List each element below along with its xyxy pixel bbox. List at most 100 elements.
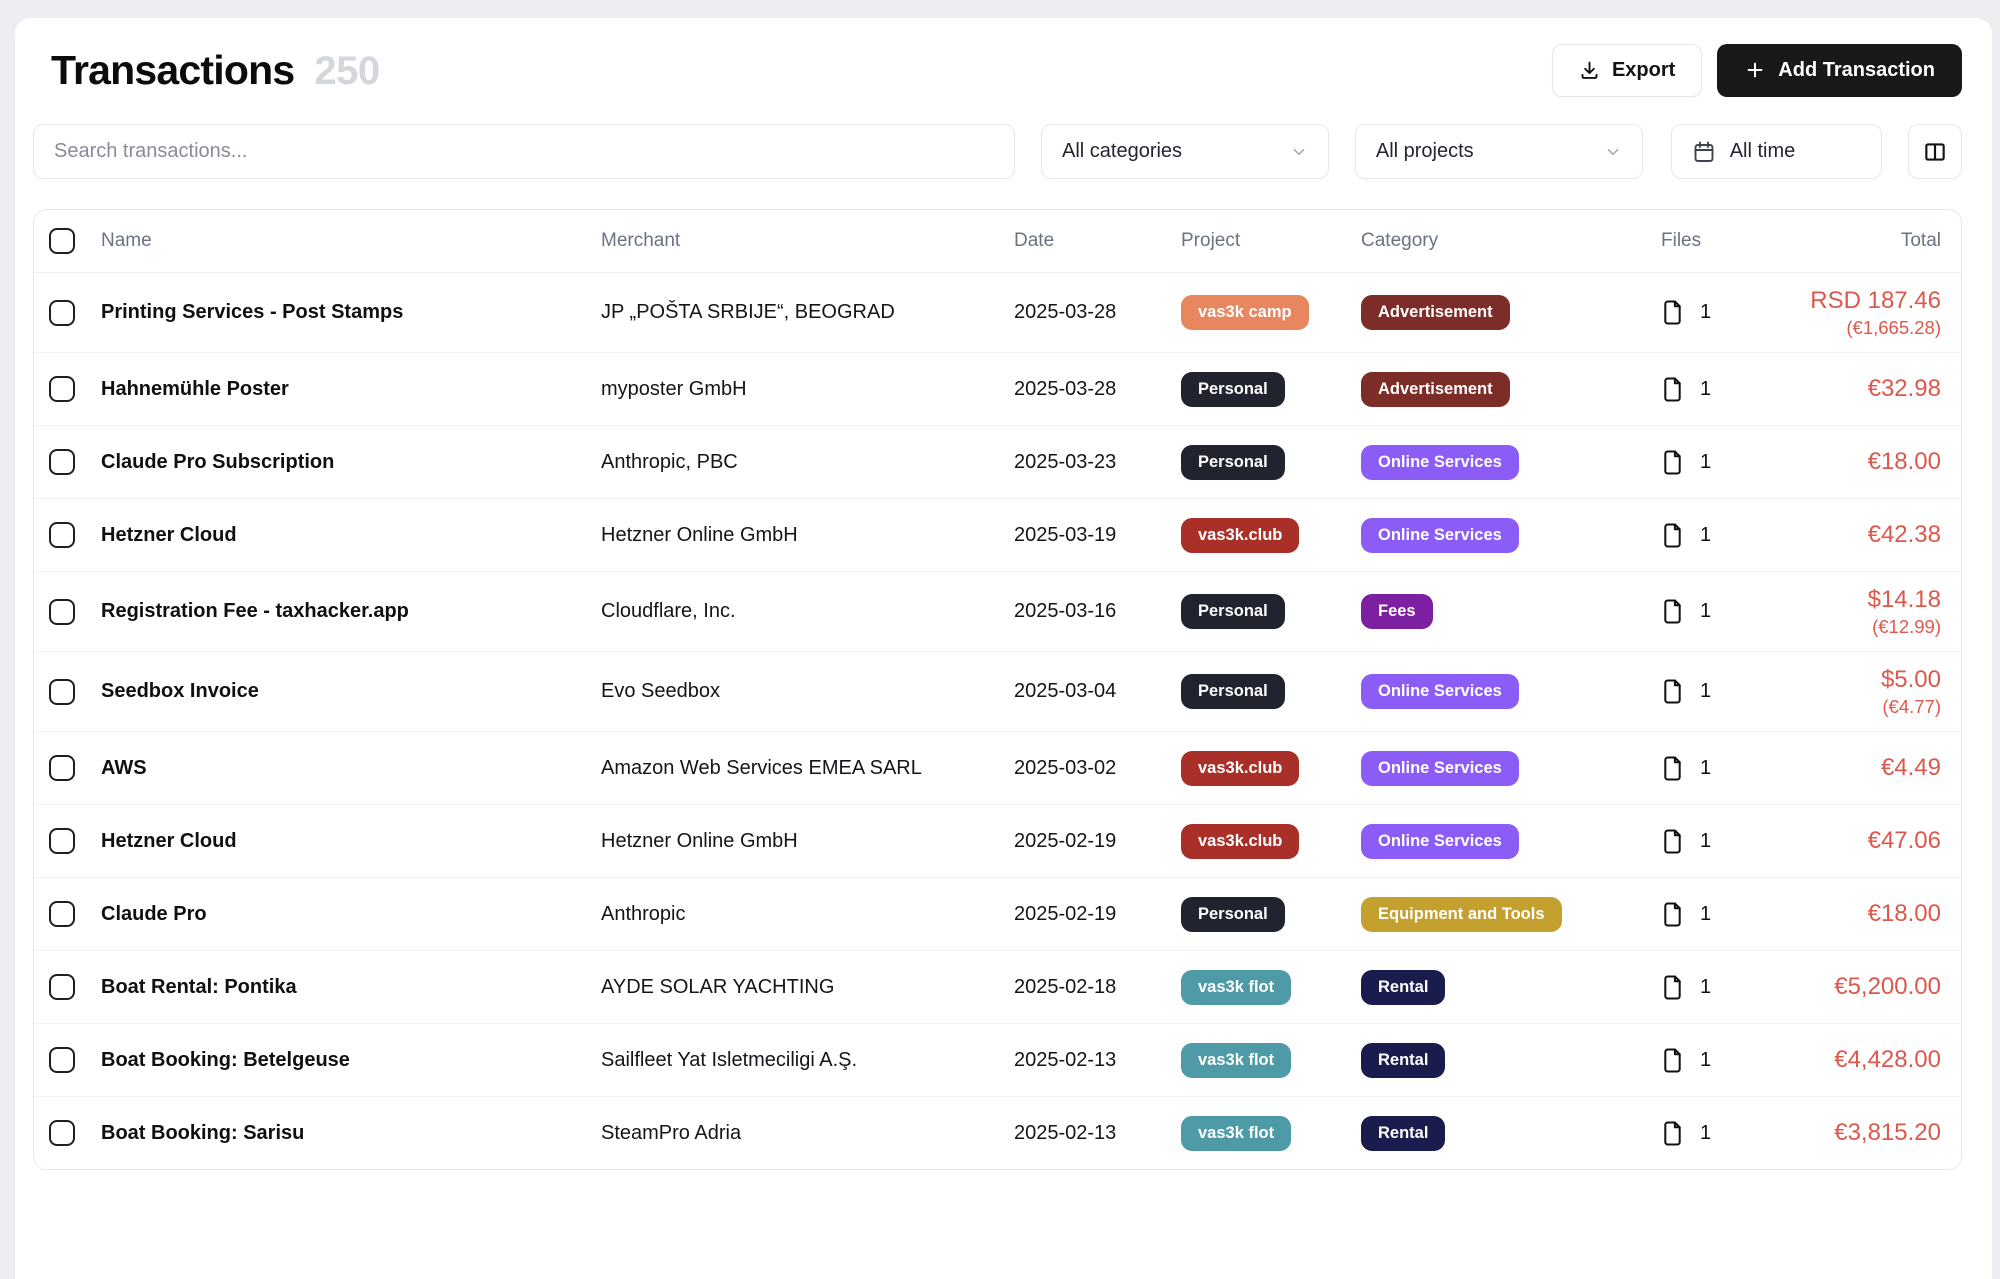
transactions-count: 250 [314, 49, 379, 94]
search-input[interactable] [54, 140, 994, 163]
table-row[interactable]: Hetzner Cloud Hetzner Online GmbH 2025-0… [34, 804, 1961, 877]
project-badge: Personal [1181, 445, 1285, 480]
transaction-merchant: Amazon Web Services EMEA SARL [601, 757, 1014, 780]
row-checkbox[interactable] [49, 449, 75, 475]
categories-filter-value: All categories [1062, 140, 1182, 163]
row-checkbox[interactable] [49, 1047, 75, 1073]
chevron-down-icon [1604, 143, 1622, 161]
export-label: Export [1612, 59, 1675, 82]
table-row[interactable]: Hahnemühle Poster myposter GmbH 2025-03-… [34, 352, 1961, 425]
file-icon [1661, 755, 1684, 782]
project-badge: vas3k.club [1181, 518, 1299, 553]
row-checkbox[interactable] [49, 522, 75, 548]
transaction-merchant: SteamPro Adria [601, 1122, 1014, 1145]
category-badge: Rental [1361, 1043, 1445, 1078]
download-icon [1579, 60, 1600, 81]
row-checkbox[interactable] [49, 755, 75, 781]
table-row[interactable]: Hetzner Cloud Hetzner Online GmbH 2025-0… [34, 498, 1961, 571]
transaction-date: 2025-03-19 [1014, 524, 1181, 547]
transaction-total: €18.00 [1803, 899, 1941, 929]
categories-filter-select[interactable]: All categories [1041, 124, 1329, 179]
table-row[interactable]: Registration Fee - taxhacker.app Cloudfl… [34, 571, 1961, 651]
transaction-merchant: myposter GmbH [601, 378, 1014, 401]
transaction-date: 2025-03-28 [1014, 378, 1181, 401]
transaction-name: Claude Pro [101, 903, 601, 926]
row-checkbox[interactable] [49, 376, 75, 402]
transaction-merchant: Hetzner Online GmbH [601, 830, 1014, 853]
file-icon [1661, 1120, 1684, 1147]
files-count: 1 [1700, 757, 1711, 780]
export-button[interactable]: Export [1552, 44, 1702, 97]
transaction-name: Boat Rental: Pontika [101, 976, 601, 999]
date-range-filter[interactable]: All time [1671, 124, 1882, 179]
project-badge: Personal [1181, 674, 1285, 709]
transaction-date: 2025-03-23 [1014, 451, 1181, 474]
row-checkbox[interactable] [49, 901, 75, 927]
total-amount: €47.06 [1803, 826, 1941, 856]
table-row[interactable]: Boat Rental: Pontika AYDE SOLAR YACHTING… [34, 950, 1961, 1023]
projects-filter-select[interactable]: All projects [1355, 124, 1643, 179]
table-header-row: Name Merchant Date Project Category File… [34, 210, 1961, 273]
toggle-columns-button[interactable] [1908, 124, 1962, 179]
files-count: 1 [1700, 378, 1711, 401]
chevron-down-icon [1290, 143, 1308, 161]
transaction-total: €4.49 [1803, 753, 1941, 783]
row-checkbox[interactable] [49, 974, 75, 1000]
table-row[interactable]: AWS Amazon Web Services EMEA SARL 2025-0… [34, 731, 1961, 804]
files-count: 1 [1700, 680, 1711, 703]
transaction-merchant: Sailfleet Yat Isletmeciligi A.Ş. [601, 1049, 1014, 1072]
transaction-name: Seedbox Invoice [101, 680, 601, 703]
category-badge: Advertisement [1361, 372, 1510, 407]
files-count: 1 [1700, 301, 1711, 324]
category-badge: Online Services [1361, 445, 1519, 480]
file-icon [1661, 1047, 1684, 1074]
add-transaction-button[interactable]: Add Transaction [1717, 44, 1962, 97]
transaction-name: Hahnemühle Poster [101, 378, 601, 401]
transaction-date: 2025-02-13 [1014, 1122, 1181, 1145]
transaction-merchant: Hetzner Online GmbH [601, 524, 1014, 547]
transaction-total: €42.38 [1803, 520, 1941, 550]
column-header-total: Total [1803, 230, 1941, 252]
date-range-value: All time [1730, 140, 1796, 163]
project-badge: vas3k.club [1181, 751, 1299, 786]
project-badge: vas3k flot [1181, 970, 1291, 1005]
transaction-merchant: Cloudflare, Inc. [601, 600, 1014, 623]
table-body: Printing Services - Post Stamps JP „POŠT… [34, 273, 1961, 1169]
table-row[interactable]: Claude Pro Anthropic 2025-02-19 Personal… [34, 877, 1961, 950]
files-count: 1 [1700, 830, 1711, 853]
columns-layout-icon [1922, 139, 1948, 165]
table-row[interactable]: Boat Booking: Sarisu SteamPro Adria 2025… [34, 1096, 1961, 1169]
transaction-date: 2025-03-04 [1014, 680, 1181, 703]
total-amount: €5,200.00 [1803, 972, 1941, 1002]
transaction-total: RSD 187.46 (€1,665.28) [1803, 286, 1941, 339]
category-badge: Rental [1361, 970, 1445, 1005]
transaction-name: AWS [101, 757, 601, 780]
column-header-category: Category [1361, 230, 1661, 252]
file-icon [1661, 901, 1684, 928]
files-count: 1 [1700, 1122, 1711, 1145]
category-badge: Fees [1361, 594, 1433, 629]
file-icon [1661, 598, 1684, 625]
row-checkbox[interactable] [49, 1120, 75, 1146]
row-checkbox[interactable] [49, 599, 75, 625]
project-badge: Personal [1181, 372, 1285, 407]
transaction-date: 2025-03-16 [1014, 600, 1181, 623]
row-checkbox[interactable] [49, 828, 75, 854]
total-amount: €3,815.20 [1803, 1118, 1941, 1148]
table-row[interactable]: Seedbox Invoice Evo Seedbox 2025-03-04 P… [34, 651, 1961, 731]
table-row[interactable]: Printing Services - Post Stamps JP „POŠT… [34, 273, 1961, 352]
table-row[interactable]: Claude Pro Subscription Anthropic, PBC 2… [34, 425, 1961, 498]
select-all-checkbox[interactable] [49, 228, 75, 254]
plus-icon [1744, 59, 1766, 81]
transaction-date: 2025-02-19 [1014, 903, 1181, 926]
transaction-total: $14.18 (€12.99) [1803, 585, 1941, 638]
row-checkbox[interactable] [49, 679, 75, 705]
row-checkbox[interactable] [49, 300, 75, 326]
category-badge: Advertisement [1361, 295, 1510, 330]
total-converted-amount: (€4.77) [1803, 695, 1941, 718]
project-badge: vas3k camp [1181, 295, 1309, 330]
file-icon [1661, 299, 1684, 326]
table-row[interactable]: Boat Booking: Betelgeuse Sailfleet Yat I… [34, 1023, 1961, 1096]
transaction-name: Printing Services - Post Stamps [101, 301, 601, 324]
file-icon [1661, 974, 1684, 1001]
